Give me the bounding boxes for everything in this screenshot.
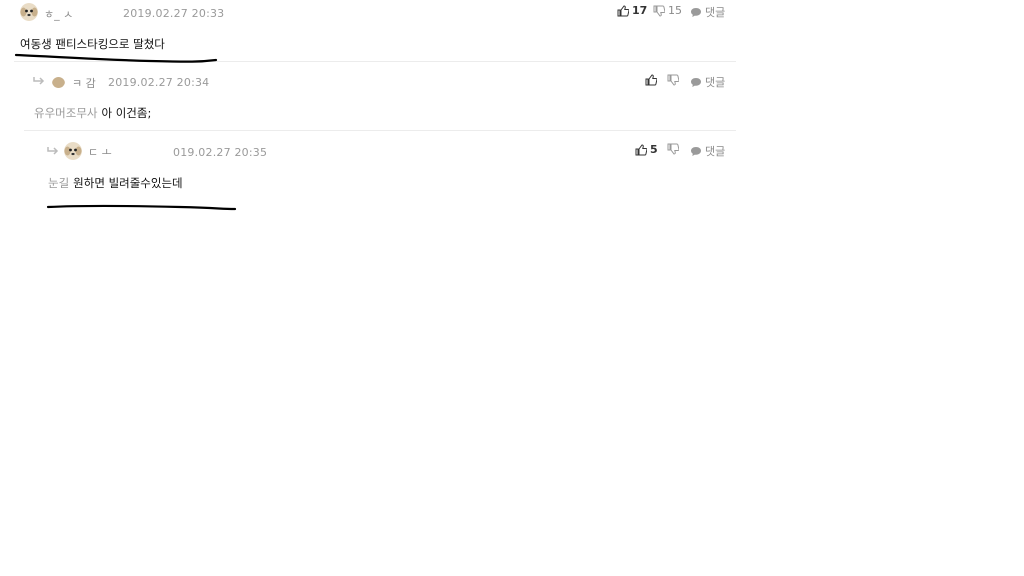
thumbs-down-icon xyxy=(667,143,679,155)
dislike-button[interactable]: 15 xyxy=(653,4,682,17)
like-count: 5 xyxy=(650,143,658,156)
like-button[interactable]: 17 xyxy=(617,4,647,17)
speech-bubble-icon xyxy=(690,146,702,157)
thumbs-up-icon xyxy=(645,74,657,86)
underline-scribble-2 xyxy=(46,204,237,211)
like-button[interactable] xyxy=(645,74,660,86)
reply-button[interactable]: 댓글 xyxy=(690,74,725,90)
dislike-button[interactable] xyxy=(667,143,682,155)
reply-button[interactable]: 댓글 xyxy=(690,4,725,20)
speech-bubble-icon xyxy=(690,7,702,18)
like-button[interactable]: 5 xyxy=(635,143,658,156)
thumbs-up-icon xyxy=(617,4,629,17)
dislike-button[interactable] xyxy=(667,74,682,86)
reply-label: 댓글 xyxy=(705,6,726,19)
speech-bubble-icon xyxy=(690,77,702,88)
dislike-count: 15 xyxy=(668,4,682,17)
thumbs-down-icon xyxy=(667,74,679,86)
thumbs-up-icon xyxy=(635,143,647,156)
thumbs-down-icon xyxy=(653,5,665,17)
reply-label: 댓글 xyxy=(705,145,726,158)
reply-label: 댓글 xyxy=(705,76,726,89)
reply-button[interactable]: 댓글 xyxy=(690,143,725,159)
like-count: 17 xyxy=(632,4,648,17)
